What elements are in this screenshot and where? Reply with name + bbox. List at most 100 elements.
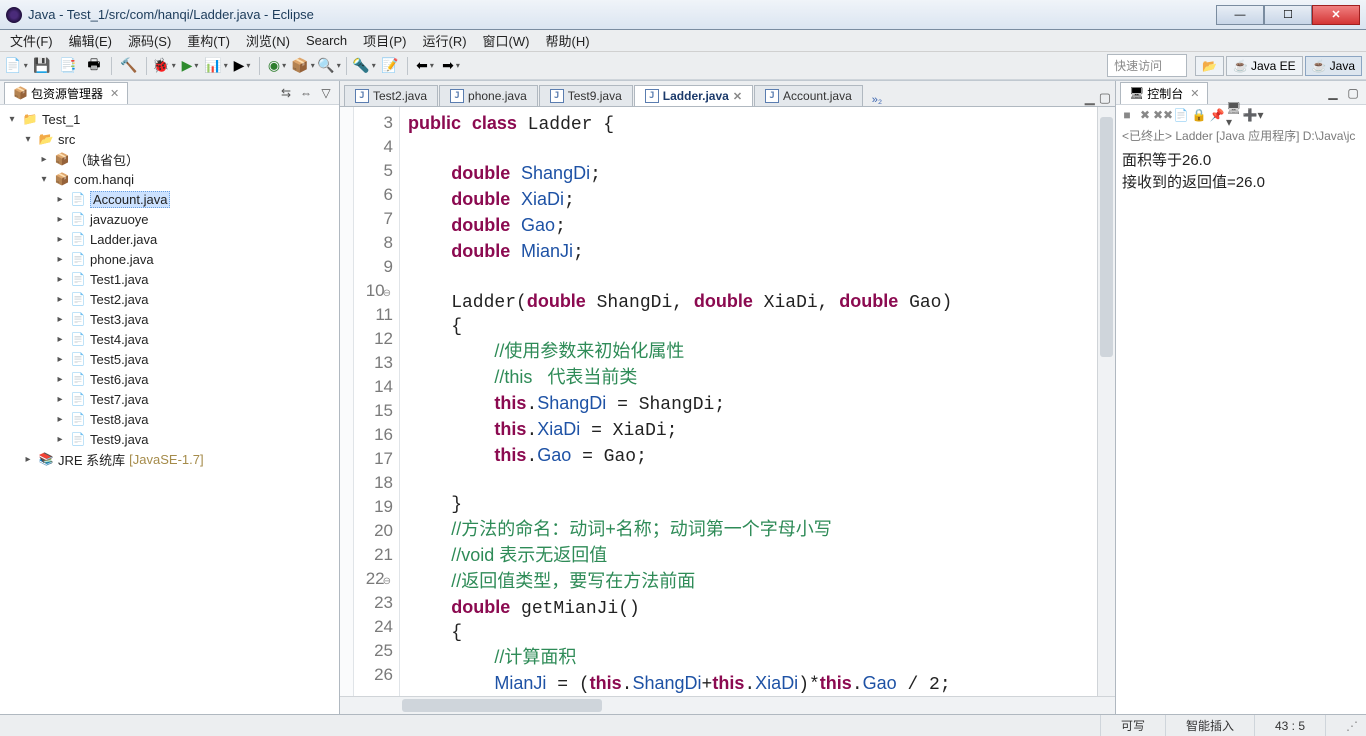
new-package-button[interactable]: 📦: [291, 55, 315, 77]
horizontal-scrollbar[interactable]: [400, 697, 1097, 714]
open-console-icon[interactable]: ➕▾: [1244, 106, 1262, 124]
annotations-button[interactable]: 📝: [378, 55, 402, 77]
java-file-icon: 📄: [70, 291, 86, 307]
terminate-icon[interactable]: ■: [1118, 106, 1136, 124]
code-editor[interactable]: public class Ladder { double ShangDi; do…: [400, 107, 1097, 696]
forward-button[interactable]: ➡: [439, 55, 463, 77]
collapse-all-icon[interactable]: ⇆: [277, 84, 295, 102]
tree-file[interactable]: ▸📄Account.java: [2, 189, 337, 209]
perspective-java-ee[interactable]: ☕Java EE: [1226, 56, 1303, 76]
console-title: 控制台: [1147, 85, 1183, 102]
editor-tab[interactable]: Jphone.java: [439, 85, 538, 106]
remove-all-icon[interactable]: ✖✖: [1154, 106, 1172, 124]
window-title: Java - Test_1/src/com/hanqi/Ladder.java …: [28, 7, 1216, 22]
editor-tab[interactable]: JAccount.java: [754, 85, 863, 106]
maximize-button[interactable]: ☐: [1264, 5, 1312, 25]
menu-window[interactable]: 窗口(W): [477, 29, 536, 52]
java-file-icon: J: [355, 89, 369, 103]
console-tab[interactable]: 🖥 控制台 ✕: [1120, 82, 1208, 104]
save-button[interactable]: 💾: [30, 55, 54, 77]
vertical-scrollbar[interactable]: [1097, 107, 1115, 696]
editor-tab[interactable]: JTest9.java: [539, 85, 633, 106]
link-editor-icon[interactable]: ⇔: [297, 84, 315, 102]
tree-package-com-hanqi[interactable]: ▾📦com.hanqi: [2, 169, 337, 189]
java-file-icon: 📄: [70, 351, 86, 367]
view-menu-icon[interactable]: ▽: [317, 84, 335, 102]
close-icon[interactable]: ✕: [1190, 87, 1199, 100]
package-explorer-panel: 📦 包资源管理器 ✕ ⇆ ⇔ ▽ ▾📁Test_1 ▾📂src ▸📦（缺省包） …: [0, 81, 340, 714]
back-button[interactable]: ⬅: [413, 55, 437, 77]
minimize-view-icon[interactable]: ▁: [1085, 90, 1095, 106]
maximize-view-icon[interactable]: ▢: [1344, 84, 1362, 102]
quick-access-input[interactable]: 快速访问: [1107, 54, 1187, 77]
run-last-button[interactable]: ▶: [230, 55, 254, 77]
project-tree[interactable]: ▾📁Test_1 ▾📂src ▸📦（缺省包） ▾📦com.hanqi ▸📄Acc…: [0, 105, 339, 473]
tab-label: phone.java: [468, 89, 527, 103]
clear-console-icon[interactable]: 📄: [1172, 106, 1190, 124]
menu-help[interactable]: 帮助(H): [539, 29, 595, 52]
tree-file[interactable]: ▸📄Ladder.java: [2, 229, 337, 249]
more-tabs-indicator[interactable]: »₂: [868, 94, 886, 106]
java-file-icon: 📄: [70, 411, 86, 427]
pin-console-icon[interactable]: 📌: [1208, 106, 1226, 124]
print-button[interactable]: 🖶: [82, 55, 106, 77]
build-button[interactable]: 🔨: [117, 55, 141, 77]
console-output[interactable]: 面积等于26.0 接收到的返回值=26.0: [1116, 146, 1366, 714]
menu-source[interactable]: 源码(S): [122, 29, 177, 52]
tree-file[interactable]: ▸📄phone.java: [2, 249, 337, 269]
remove-launch-icon[interactable]: ✖: [1136, 106, 1154, 124]
tree-src-folder[interactable]: ▾📂src: [2, 129, 337, 149]
editor-tab[interactable]: JLadder.java✕: [634, 85, 753, 106]
java-file-icon: J: [765, 89, 779, 103]
console-toolbar: ■ ✖ ✖✖ 📄 🔒 📌 🖥▾ ➕▾: [1116, 105, 1366, 125]
scroll-lock-icon[interactable]: 🔒: [1190, 106, 1208, 124]
tree-file[interactable]: ▸📄javazuoye: [2, 209, 337, 229]
tree-file[interactable]: ▸📄Test5.java: [2, 349, 337, 369]
close-icon[interactable]: ✕: [110, 87, 119, 100]
new-button[interactable]: 📄: [4, 55, 28, 77]
java-file-icon: 📄: [70, 271, 86, 287]
minimize-view-icon[interactable]: ▁: [1324, 84, 1342, 102]
resize-grip[interactable]: ⋰: [1325, 715, 1366, 736]
new-class-button[interactable]: ◉: [265, 55, 289, 77]
tree-file[interactable]: ▸📄Test3.java: [2, 309, 337, 329]
toolbar-separator: [346, 57, 347, 75]
java-file-icon: 📄: [70, 331, 86, 347]
display-console-icon[interactable]: 🖥▾: [1226, 106, 1244, 124]
menu-refactor[interactable]: 重构(T): [181, 29, 236, 52]
perspective-java[interactable]: ☕Java: [1305, 56, 1362, 76]
run-button[interactable]: ▶: [178, 55, 202, 77]
maximize-view-icon[interactable]: ▢: [1099, 90, 1111, 106]
tree-default-package[interactable]: ▸📦（缺省包）: [2, 149, 337, 169]
menu-bar: 文件(F) 编辑(E) 源码(S) 重构(T) 浏览(N) Search 项目(…: [0, 30, 1366, 52]
close-tab-icon[interactable]: ✕: [733, 90, 742, 103]
coverage-button[interactable]: 📊: [204, 55, 228, 77]
tree-file[interactable]: ▸📄Test8.java: [2, 409, 337, 429]
menu-project[interactable]: 项目(P): [357, 29, 412, 52]
tree-file[interactable]: ▸📄Test7.java: [2, 389, 337, 409]
menu-run[interactable]: 运行(R): [417, 29, 473, 52]
close-button[interactable]: ✕: [1312, 5, 1360, 25]
tree-file[interactable]: ▸📄Test2.java: [2, 289, 337, 309]
debug-button[interactable]: 🐞: [152, 55, 176, 77]
tree-file[interactable]: ▸📄Test9.java: [2, 429, 337, 449]
menu-navigate[interactable]: 浏览(N): [240, 29, 296, 52]
main-toolbar: 📄 💾 📑 🖶 🔨 🐞 ▶ 📊 ▶ ◉ 📦 🔍 🔦 📝 ⬅ ➡ 快速访问 📂 ☕…: [0, 52, 1366, 80]
open-type-button[interactable]: 🔍: [317, 55, 341, 77]
menu-file[interactable]: 文件(F): [4, 29, 59, 52]
search-button[interactable]: 🔦: [352, 55, 376, 77]
editor-area: JTest2.javaJphone.javaJTest9.javaJLadder…: [340, 81, 1116, 714]
open-perspective-button[interactable]: 📂: [1195, 56, 1224, 76]
tree-file[interactable]: ▸📄Test6.java: [2, 369, 337, 389]
editor-tab[interactable]: JTest2.java: [344, 85, 438, 106]
menu-edit[interactable]: 编辑(E): [63, 29, 118, 52]
menu-search[interactable]: Search: [300, 31, 353, 50]
tree-file[interactable]: ▸📄Test4.java: [2, 329, 337, 349]
package-explorer-tab[interactable]: 📦 包资源管理器 ✕: [4, 82, 128, 104]
tree-jre-library[interactable]: ▸📚JRE 系统库 [JavaSE-1.7]: [2, 449, 337, 469]
save-all-button[interactable]: 📑: [56, 55, 80, 77]
java-file-icon: J: [550, 89, 564, 103]
minimize-button[interactable]: —: [1216, 5, 1264, 25]
tree-project[interactable]: ▾📁Test_1: [2, 109, 337, 129]
tree-file[interactable]: ▸📄Test1.java: [2, 269, 337, 289]
